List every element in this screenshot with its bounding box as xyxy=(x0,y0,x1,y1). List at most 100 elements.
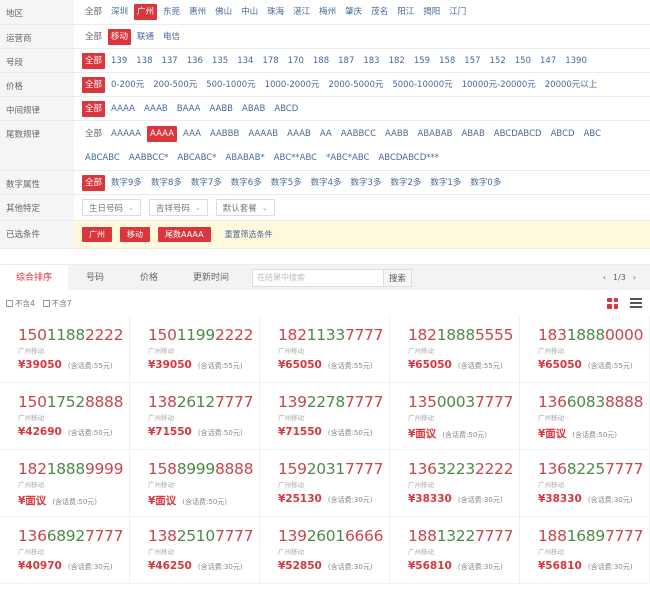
phone-number[interactable]: 18816897777 xyxy=(538,527,649,545)
phone-number[interactable]: 15011992222 xyxy=(148,326,259,344)
plan-dropdown[interactable]: 默认套餐 ⌄ xyxy=(215,199,275,216)
filter-option[interactable]: 170 xyxy=(285,53,307,69)
filter-option[interactable]: ABCDABCD*** xyxy=(375,150,442,166)
filter-option[interactable]: 数字3多 xyxy=(348,175,385,191)
number-card[interactable]: 13825107777 广州移动 ¥46250 (含话费:30元) xyxy=(130,517,260,584)
filter-option[interactable]: 135 xyxy=(209,53,231,69)
number-card[interactable]: 15920317777 广州移动 ¥25130 (含话费:30元) xyxy=(260,450,390,517)
filter-option[interactable]: 1390 xyxy=(562,53,590,69)
filter-option[interactable]: AAAAB xyxy=(245,126,281,142)
filter-option[interactable]: 全部 xyxy=(82,76,106,93)
filter-option[interactable]: 东莞 xyxy=(160,4,183,20)
number-card[interactable]: 13682257777 广州移动 ¥38330 (含话费:30元) xyxy=(520,450,650,517)
filter-option[interactable]: BAAA xyxy=(174,101,204,117)
filter-option[interactable]: 20000元以上 xyxy=(542,77,601,93)
filter-option[interactable]: 全部 xyxy=(82,4,105,20)
number-card[interactable]: 13922787777 广州移动 ¥71550 (含话费:50元) xyxy=(260,383,390,450)
filter-option[interactable]: ABAB xyxy=(239,101,268,117)
list-view-icon[interactable] xyxy=(630,298,642,308)
filter-option[interactable]: 全部 xyxy=(82,174,106,191)
filter-option[interactable]: AAAB xyxy=(284,126,314,142)
number-card[interactable]: 13668927777 广州移动 ¥40970 (含话费:30元) xyxy=(0,517,130,584)
filter-option[interactable]: *ABC*ABC xyxy=(323,150,372,166)
filter-option[interactable]: 150 xyxy=(512,53,534,69)
filter-option[interactable]: 10000元-20000元 xyxy=(459,77,539,93)
filter-option[interactable]: 全部 xyxy=(82,100,106,117)
filter-option[interactable]: 茂名 xyxy=(368,4,391,20)
phone-number[interactable]: 13682257777 xyxy=(538,460,649,478)
filter-option[interactable]: 佛山 xyxy=(212,4,235,20)
filter-option[interactable]: 全部 xyxy=(82,29,105,45)
selected-tag-region[interactable]: 广州 xyxy=(82,227,112,242)
filter-option[interactable]: 数字8多 xyxy=(148,175,185,191)
filter-option[interactable]: 136 xyxy=(184,53,206,69)
phone-number[interactable]: 18318880000 xyxy=(538,326,649,344)
number-card[interactable]: 13826127777 广州移动 ¥71550 (含话费:50元) xyxy=(130,383,260,450)
filter-option[interactable]: AABBCC* xyxy=(126,150,172,166)
filter-option[interactable]: 137 xyxy=(158,53,180,69)
filter-option[interactable]: 157 xyxy=(461,53,483,69)
filter-option[interactable]: ABCABC* xyxy=(174,150,219,166)
phone-number[interactable]: 18218889999 xyxy=(18,460,129,478)
filter-option[interactable]: AAA xyxy=(180,126,204,142)
filter-option[interactable]: 全部 xyxy=(82,126,105,142)
filter-option[interactable]: 152 xyxy=(487,53,509,69)
filter-option[interactable]: AAAAA xyxy=(108,126,144,142)
phone-number[interactable]: 13826127777 xyxy=(148,393,259,411)
filter-option[interactable]: ABCDABCD xyxy=(491,126,545,142)
exclude-4-checkbox[interactable]: 不含4 xyxy=(6,298,35,309)
filter-option[interactable]: 0-200元 xyxy=(108,77,147,93)
filter-option[interactable]: 5000-10000元 xyxy=(389,77,455,93)
filter-option[interactable]: 数字6多 xyxy=(228,175,265,191)
phone-number[interactable]: 15889998888 xyxy=(148,460,259,478)
filter-option[interactable]: 数字5多 xyxy=(268,175,305,191)
filter-option[interactable]: 200-500元 xyxy=(150,77,200,93)
filter-option[interactable]: AABBB xyxy=(207,126,242,142)
filter-option[interactable]: 1000-2000元 xyxy=(262,77,323,93)
filter-option[interactable]: 数字4多 xyxy=(308,175,345,191)
search-button[interactable]: 搜索 xyxy=(384,268,412,287)
tab-sort-update-time[interactable]: 更新时间 xyxy=(176,265,246,291)
number-card[interactable]: 15011882222 广州移动 ¥39050 (含话费:55元) xyxy=(0,316,130,383)
filter-option[interactable]: 江门 xyxy=(446,4,469,20)
filter-option[interactable]: 中山 xyxy=(238,4,261,20)
filter-option[interactable]: 138 xyxy=(133,53,155,69)
filter-option[interactable]: 全部 xyxy=(82,52,106,69)
number-card[interactable]: 13632232222 广州移动 ¥38330 (含话费:30元) xyxy=(390,450,520,517)
filter-option[interactable]: AAAA xyxy=(108,101,138,117)
number-card[interactable]: 18211337777 广州移动 ¥65050 (含话费:55元) xyxy=(260,316,390,383)
filter-option[interactable]: 数字7多 xyxy=(188,175,225,191)
next-page-button[interactable]: › xyxy=(633,273,636,282)
filter-option[interactable]: 揭阳 xyxy=(420,4,443,20)
number-card[interactable]: 13926016666 广州移动 ¥52850 (含话费:30元) xyxy=(260,517,390,584)
filter-option[interactable]: 肇庆 xyxy=(342,4,365,20)
filter-option[interactable]: 惠州 xyxy=(186,4,209,20)
filter-option[interactable]: 147 xyxy=(537,53,559,69)
phone-number[interactable]: 15011882222 xyxy=(18,326,129,344)
number-card[interactable]: 15011992222 广州移动 ¥39050 (含话费:55元) xyxy=(130,316,260,383)
filter-option[interactable]: 182 xyxy=(386,53,408,69)
filter-option[interactable]: 159 xyxy=(411,53,433,69)
filter-option[interactable]: 500-1000元 xyxy=(203,77,258,93)
number-card[interactable]: 15889998888 广州移动 ¥面议 (含话费:50元) xyxy=(130,450,260,517)
filter-option[interactable]: 139 xyxy=(108,53,130,69)
exclude-7-checkbox[interactable]: 不含7 xyxy=(42,298,72,309)
filter-option[interactable]: ABC xyxy=(581,126,604,142)
phone-number[interactable]: 13926016666 xyxy=(278,527,389,545)
number-card[interactable]: 18218885555 广州移动 ¥65050 (含话费:55元) xyxy=(390,316,520,383)
number-card[interactable]: 18218889999 广州移动 ¥面议 (含话费:50元) xyxy=(0,450,130,517)
filter-option[interactable]: 数字9多 xyxy=(108,175,145,191)
phone-number[interactable]: 15017528888 xyxy=(18,393,129,411)
tab-overall-sort[interactable]: 综合排序 xyxy=(0,264,68,291)
filter-option[interactable]: 158 xyxy=(436,53,458,69)
checkbox-box[interactable] xyxy=(42,299,50,307)
filter-option[interactable]: 联通 xyxy=(134,29,157,45)
number-card[interactable]: 15017528888 广州移动 ¥42690 (含话费:50元) xyxy=(0,383,130,450)
filter-option[interactable]: 湛江 xyxy=(290,4,313,20)
filter-option[interactable]: 188 xyxy=(310,53,332,69)
phone-number[interactable]: 18211337777 xyxy=(278,326,389,344)
reset-filters-link[interactable]: 重置筛选条件 xyxy=(225,229,273,240)
number-card[interactable]: 18813227777 广州移动 ¥56810 (含话费:30元) xyxy=(390,517,520,584)
lucky-number-dropdown[interactable]: 吉祥号码 ⌄ xyxy=(148,199,208,216)
filter-option[interactable]: 电信 xyxy=(160,29,183,45)
